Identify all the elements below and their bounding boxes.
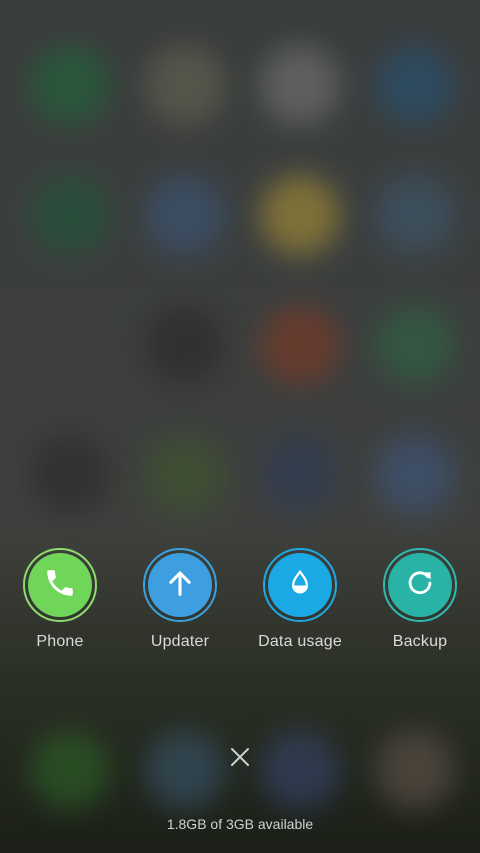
clear-all-button[interactable] — [226, 745, 254, 773]
blurred-app-icon — [260, 435, 340, 515]
blurred-app-icon — [145, 45, 225, 125]
phone-icon — [43, 566, 77, 605]
recent-app-data-usage[interactable]: Data usage — [240, 548, 360, 658]
close-icon — [229, 746, 251, 773]
recent-app-backup[interactable]: Backup — [360, 548, 480, 658]
phone-app-ring — [23, 548, 97, 622]
updater-app-icon-disc — [148, 553, 212, 617]
blurred-app-icon — [375, 305, 455, 385]
app-label: Updater — [150, 633, 210, 650]
memory-status-text: 1.8GB of 3GB available — [166, 816, 314, 832]
blurred-app-icon — [375, 175, 455, 255]
water-drop-icon — [285, 568, 315, 603]
blurred-app-icon — [375, 45, 455, 125]
blurred-app-icon — [30, 175, 110, 255]
blurred-dock-icon — [260, 730, 340, 810]
blurred-app-icon — [260, 45, 340, 125]
recent-apps-row: Phone Updater Data usage Backup — [0, 548, 480, 658]
blurred-app-icon — [145, 435, 225, 515]
backup-app-icon-disc — [388, 553, 452, 617]
blurred-app-icon — [375, 435, 455, 515]
app-label: Data usage — [258, 633, 342, 650]
blurred-app-icon — [145, 305, 225, 385]
app-label: Backup — [392, 633, 448, 650]
blurred-dock-icon — [375, 730, 455, 810]
blurred-app-icon — [30, 45, 110, 125]
recent-app-phone[interactable]: Phone — [0, 548, 120, 658]
blurred-dock-icon — [145, 730, 225, 810]
blurred-app-icon — [30, 435, 110, 515]
backup-app-ring — [383, 548, 457, 622]
data-usage-app-icon-disc — [268, 553, 332, 617]
data-usage-app-ring — [263, 548, 337, 622]
blurred-app-icon — [260, 175, 340, 255]
blurred-dock-icon — [30, 730, 110, 810]
arrow-up-icon — [163, 566, 197, 605]
blurred-app-icon — [145, 175, 225, 255]
app-label: Phone — [36, 633, 84, 650]
recent-app-updater[interactable]: Updater — [120, 548, 240, 658]
blurred-app-icon — [260, 305, 340, 385]
refresh-icon — [403, 566, 437, 605]
phone-app-icon-disc — [28, 553, 92, 617]
updater-app-ring — [143, 548, 217, 622]
